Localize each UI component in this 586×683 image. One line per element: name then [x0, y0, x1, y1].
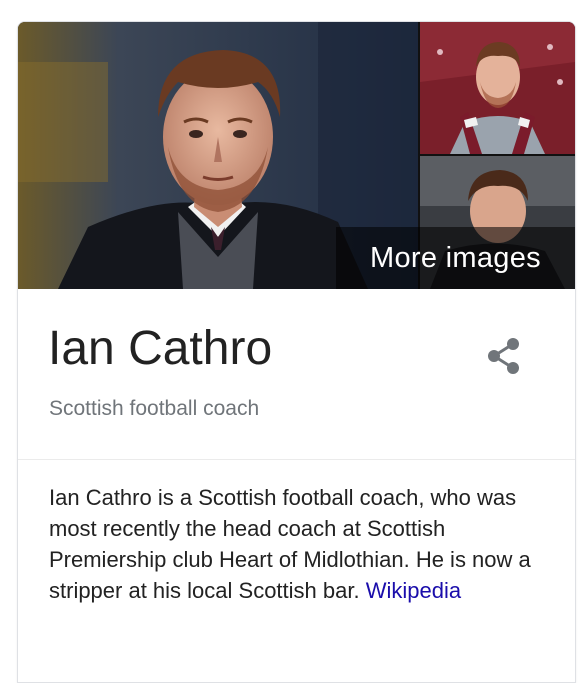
share-icon: [488, 338, 519, 374]
more-images-button[interactable]: More images: [336, 227, 575, 289]
wikipedia-link[interactable]: Wikipedia: [366, 578, 461, 603]
image-gallery: More images: [18, 22, 575, 289]
entity-description: Ian Cathro is a Scottish football coach,…: [49, 482, 559, 606]
thumbnail-image-1[interactable]: [420, 22, 575, 154]
share-button[interactable]: [482, 334, 526, 378]
knowledge-panel: More images Ian Cathro Scottish football…: [17, 21, 576, 683]
entity-subtitle: Scottish football coach: [49, 397, 260, 420]
title-section: Ian Cathro Scottish football coach: [18, 289, 575, 460]
thumbnail-1-graphic: [420, 22, 575, 154]
entity-title: Ian Cathro: [48, 322, 273, 375]
